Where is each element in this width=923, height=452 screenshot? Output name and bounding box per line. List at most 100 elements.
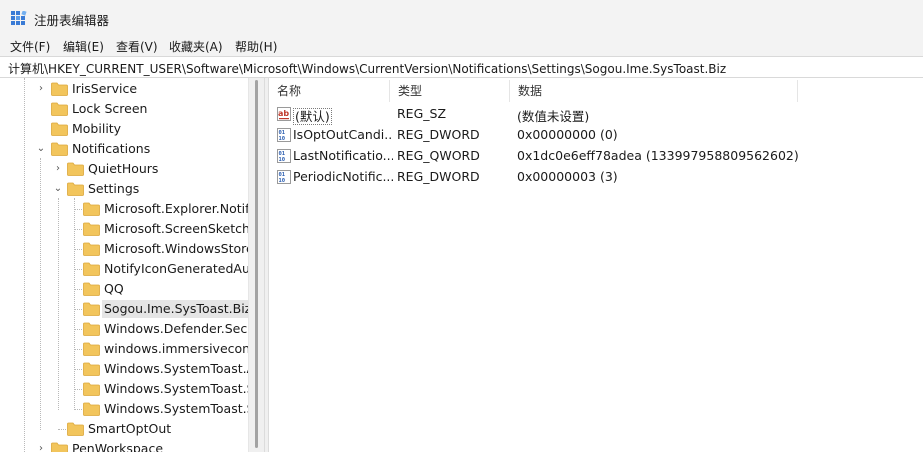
key-tree-pane[interactable]: › IrisService Lock Screen Mobility ⌄ Not… xyxy=(0,78,264,452)
tree-item-microsoft-windowsstore[interactable]: Microsoft.WindowsStore xyxy=(0,239,254,259)
menu-favorites[interactable]: 收藏夹(A) xyxy=(169,38,223,55)
chevron-down-icon[interactable]: ⌄ xyxy=(35,142,47,156)
value-name: (默认) xyxy=(293,106,388,125)
binary-value-icon: 01 10 xyxy=(277,170,291,184)
tree-guide-line xyxy=(74,269,82,270)
value-type: REG_DWORD xyxy=(397,169,480,184)
tree-guide-line xyxy=(74,209,82,210)
menu-help[interactable]: 帮助(H) xyxy=(235,38,277,55)
tree-item-notifyicon[interactable]: NotifyIconGeneratedAum xyxy=(0,259,262,279)
tree-item-smartoptout[interactable]: SmartOptOut xyxy=(0,419,248,439)
svg-text:10: 10 xyxy=(279,178,286,184)
tree-item-windows-immersivecontrol[interactable]: windows.immersivecontr xyxy=(0,339,260,359)
menu-view[interactable]: 查看(V) xyxy=(116,38,158,55)
tree-item-label: Microsoft.WindowsStore xyxy=(104,241,254,256)
tree-item-sogou-systoast[interactable]: Sogou.Ime.SysToast.Biz xyxy=(0,299,254,319)
tree-item-label: windows.immersivecontr xyxy=(104,341,261,356)
tree-item-windows-systemtoast-st[interactable]: Windows.SystemToast.St xyxy=(0,399,259,419)
tree-item-label: QuietHours xyxy=(88,161,159,176)
tree-guide-line xyxy=(74,289,82,290)
folder-icon xyxy=(83,222,100,236)
value-type: REG_SZ xyxy=(397,106,447,121)
folder-icon xyxy=(51,122,68,136)
scrollbar-thumb[interactable] xyxy=(255,80,258,448)
value-type: REG_QWORD xyxy=(397,148,480,163)
tree-item-label: Notifications xyxy=(72,141,151,156)
tree-item-settings[interactable]: ⌄ Settings xyxy=(0,179,248,199)
tree-item-label: PenWorkspace xyxy=(72,441,164,452)
folder-icon xyxy=(51,82,68,96)
tree-item-label: QQ xyxy=(104,281,124,296)
tree-item-label: Mobility xyxy=(72,121,122,136)
folder-icon xyxy=(83,202,100,216)
tree-item-microsoft-explorer[interactable]: Microsoft.Explorer.Notifi xyxy=(0,199,253,219)
tree-item-label: Windows.SystemToast.Au xyxy=(104,361,264,376)
tree-guide-line xyxy=(74,389,82,390)
string-value-icon: ab xyxy=(277,107,291,121)
tree-item-label: Lock Screen xyxy=(72,101,148,116)
folder-icon xyxy=(83,362,100,376)
tree-item-label: Settings xyxy=(88,181,140,196)
registry-editor-icon xyxy=(11,11,27,25)
tree-item-windows-systemtoast-se[interactable]: Windows.SystemToast.Se xyxy=(0,379,262,399)
tree-item-label: SmartOptOut xyxy=(88,421,172,436)
tree-item-penworkspace[interactable]: › PenWorkspace xyxy=(0,439,248,452)
tree-item-qq[interactable]: QQ xyxy=(0,279,248,299)
folder-open-icon xyxy=(67,182,84,196)
value-row[interactable]: 01 10 LastNotificatio... REG_QWORD 0x1dc… xyxy=(269,146,923,167)
tree-item-label: Microsoft.Explorer.Notifi xyxy=(104,201,253,216)
chevron-down-icon[interactable]: ⌄ xyxy=(52,182,64,196)
tree-item-irisservice[interactable]: › IrisService xyxy=(0,79,248,99)
tree-item-quiethours[interactable]: › QuietHours xyxy=(0,159,248,179)
chevron-right-icon[interactable]: › xyxy=(52,162,64,176)
tree-item-label: Sogou.Ime.SysToast.Biz xyxy=(102,300,254,318)
column-header-data[interactable]: 数据 xyxy=(510,80,798,102)
binary-value-icon: 01 10 xyxy=(277,128,291,142)
title-bar: 注册表编辑器 xyxy=(0,0,923,36)
column-header-name[interactable]: 名称 xyxy=(269,80,390,102)
svg-text:10: 10 xyxy=(279,136,286,142)
folder-icon xyxy=(83,242,100,256)
tree-item-label: NotifyIconGeneratedAum xyxy=(104,261,263,276)
tree-item-windows-defender[interactable]: Windows.Defender.Secu xyxy=(0,319,255,339)
menu-file[interactable]: 文件(F) xyxy=(10,38,50,55)
address-path[interactable]: 计算机\HKEY_CURRENT_USER\Software\Microsoft… xyxy=(8,60,726,77)
value-row[interactable]: 01 10 IsOptOutCandi... REG_DWORD 0x00000… xyxy=(269,125,923,146)
svg-text:ab: ab xyxy=(278,109,289,118)
tree-scrollbar[interactable] xyxy=(248,78,264,452)
tree-guide-line xyxy=(74,409,82,410)
menu-bar: 文件(F) 编辑(E) 查看(V) 收藏夹(A) 帮助(H) xyxy=(0,36,923,56)
tree-item-notifications[interactable]: ⌄ Notifications xyxy=(0,139,248,159)
folder-icon xyxy=(83,302,100,316)
folder-icon xyxy=(83,322,100,336)
tree-item-label: IrisService xyxy=(72,81,138,96)
value-data: (数值未设置) xyxy=(517,109,590,124)
svg-text:10: 10 xyxy=(279,157,286,163)
folder-icon xyxy=(83,382,100,396)
tree-item-windows-systemtoast-au[interactable]: Windows.SystemToast.Au xyxy=(0,359,263,379)
value-name: PeriodicNotific... xyxy=(293,169,393,184)
value-row[interactable]: 01 10 PeriodicNotific... REG_DWORD 0x000… xyxy=(269,167,923,188)
tree-guide-line xyxy=(74,349,82,350)
tree-item-microsoft-screensketch[interactable]: Microsoft.ScreenSketch_ xyxy=(0,219,256,239)
value-data: 0x00000000 (0) xyxy=(517,127,618,142)
value-data: 0x00000003 (3) xyxy=(517,169,618,184)
tree-item-label: Windows.Defender.Secu xyxy=(104,321,256,336)
folder-icon xyxy=(83,262,100,276)
chevron-right-icon[interactable]: › xyxy=(35,82,47,96)
chevron-right-icon[interactable]: › xyxy=(35,442,47,452)
tree-item-mobility[interactable]: Mobility xyxy=(0,119,248,139)
value-name: LastNotificatio... xyxy=(293,148,393,163)
menu-edit[interactable]: 编辑(E) xyxy=(63,38,104,55)
tree-item-lock-screen[interactable]: Lock Screen xyxy=(0,99,248,119)
value-row[interactable]: ab (默认) REG_SZ (数值未设置) xyxy=(269,104,923,125)
window-title: 注册表编辑器 xyxy=(34,13,110,28)
tree-guide-line xyxy=(58,429,66,430)
folder-icon xyxy=(51,442,68,452)
value-list-pane[interactable]: 名称 类型 数据 ab (默认) REG_SZ (数值未设置) 01 10 Is… xyxy=(269,78,923,452)
address-bar[interactable]: 计算机\HKEY_CURRENT_USER\Software\Microsoft… xyxy=(0,56,923,78)
folder-open-icon xyxy=(51,142,68,156)
tree-item-label: Windows.SystemToast.St xyxy=(104,401,260,416)
column-header-type[interactable]: 类型 xyxy=(390,80,510,102)
tree-guide-line xyxy=(74,249,82,250)
